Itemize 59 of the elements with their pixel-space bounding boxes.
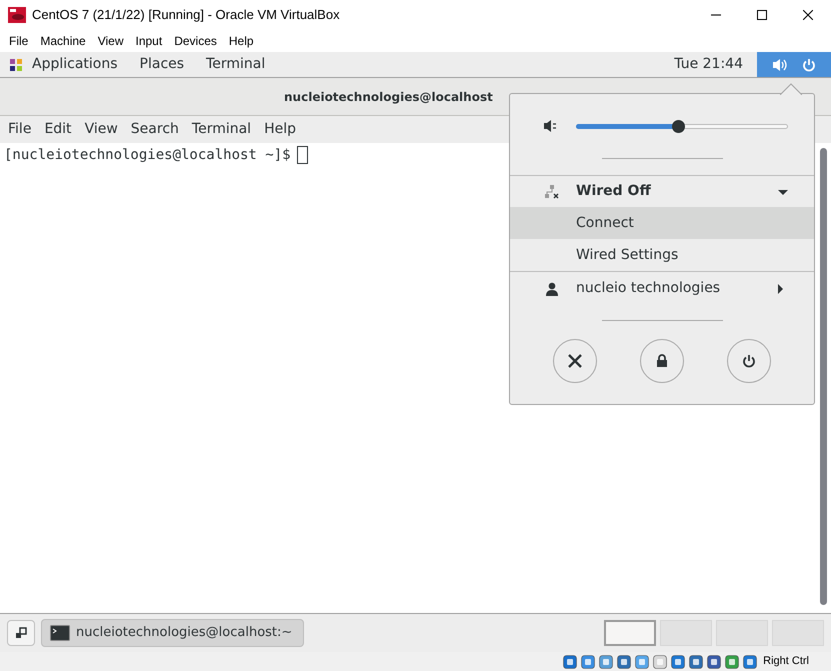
user-menu-item[interactable]: nucleio technologies: [510, 272, 814, 305]
maximize-icon: [757, 10, 767, 20]
device-status-icon: [706, 654, 722, 670]
terminal-icon: [50, 625, 70, 641]
device-status-icon: [670, 654, 686, 670]
power-icon: [742, 354, 756, 368]
power-icon: [802, 58, 816, 72]
network-label: Wired Off: [576, 182, 651, 201]
volume-low-icon: [544, 119, 558, 133]
device-status-icon: [724, 654, 740, 670]
menu-item[interactable]: Machine: [35, 32, 91, 50]
app-logo-icon: [8, 7, 26, 23]
clock[interactable]: Tue 21:44: [674, 54, 743, 75]
windows-icon: [15, 627, 27, 639]
user-icon: [546, 282, 558, 296]
menu-item[interactable]: Input: [130, 32, 168, 50]
speaker-icon: [772, 58, 788, 72]
menu-item[interactable]: Help: [224, 32, 259, 50]
lock-icon: [656, 354, 668, 368]
submenu-arrow-icon: [778, 284, 784, 294]
show-desktop-button[interactable]: [7, 620, 35, 646]
system-status-area[interactable]: [757, 52, 831, 77]
wired-network-off-icon: [544, 184, 560, 200]
device-status-icon: [688, 654, 704, 670]
top-bar-item[interactable]: Applications: [32, 54, 118, 75]
terminal-title: nucleiotechnologies@localhost: [284, 88, 493, 106]
menu-item[interactable]: Devices: [169, 32, 222, 50]
menu-item[interactable]: File: [3, 119, 36, 140]
menu-item[interactable]: Help: [259, 119, 301, 140]
settings-button[interactable]: [553, 338, 597, 382]
lock-button[interactable]: [640, 338, 684, 382]
device-status-icon: [562, 654, 578, 670]
taskbar-window-button[interactable]: nucleiotechnologies@localhost:~: [41, 619, 304, 647]
network-submenu-item[interactable]: Connect: [510, 207, 814, 239]
device-status-icon: [580, 654, 596, 670]
network-menu-item[interactable]: Wired Off: [510, 176, 814, 207]
device-status-icon: [634, 654, 650, 670]
window-title: CentOS 7 (21/1/22) [Running] - Oracle VM VirtualBox: [32, 6, 340, 24]
menu-item[interactable]: View: [92, 32, 128, 50]
device-status-icon: [598, 654, 614, 670]
menu-item[interactable]: Search: [126, 119, 184, 140]
text-cursor: [296, 146, 308, 164]
device-status-icon: [742, 654, 758, 670]
device-status-icon: [616, 654, 632, 670]
power-button[interactable]: [727, 338, 771, 382]
network-submenu-item[interactable]: Wired Settings: [510, 239, 814, 271]
distro-logo-icon: [9, 58, 23, 72]
volume-slider[interactable]: [576, 119, 788, 133]
top-bar-item[interactable]: Terminal: [206, 54, 266, 75]
menu-item[interactable]: View: [80, 119, 123, 140]
menu-item[interactable]: Edit: [39, 119, 77, 140]
workspace-button[interactable]: [604, 620, 656, 646]
close-icon: [803, 10, 813, 20]
shell-prompt: [nucleiotechnologies@localhost ~]$: [4, 146, 291, 165]
top-bar-item[interactable]: Places: [140, 54, 184, 75]
device-status-icon: [652, 654, 668, 670]
menu-item[interactable]: Terminal: [186, 119, 256, 140]
host-key-label: Right Ctrl: [763, 654, 809, 670]
menu-item[interactable]: File: [4, 32, 34, 50]
